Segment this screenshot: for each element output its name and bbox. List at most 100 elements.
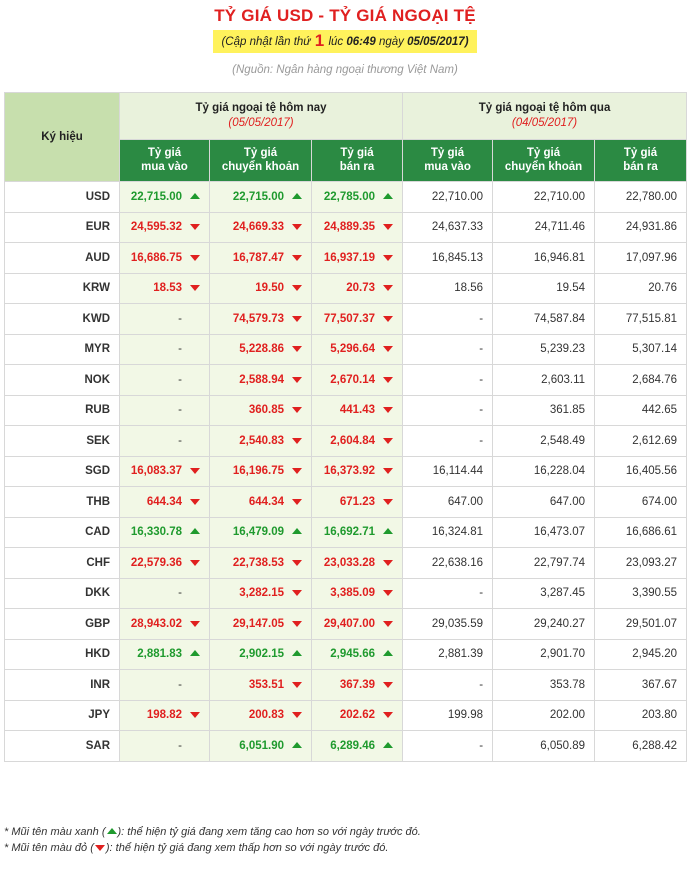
prev-sell-cell: 367.67: [594, 669, 688, 701]
arrow-down-icon: [383, 407, 394, 414]
currency-code: INR: [4, 669, 120, 701]
today-sell-cell: 23,033.28: [310, 547, 404, 579]
arrow-up-icon: [190, 528, 200, 535]
arrow-up-icon: [190, 650, 200, 657]
arrow-down-icon: [94, 845, 105, 852]
today-buy-value: 28,943.02: [130, 617, 182, 630]
today-sell-cell: 3,385.09: [310, 577, 404, 609]
arrow-up-icon: [383, 650, 394, 657]
sub-header-4: Tỷ giá chuyển khoản: [492, 138, 596, 183]
prev-sell-cell: 24,931.86: [594, 211, 688, 243]
arrow-down-icon: [292, 315, 302, 322]
today-transfer-value: 29,147.05: [232, 617, 284, 630]
today-buy-value: -: [178, 373, 182, 386]
arrow-up-icon: [190, 192, 200, 199]
table-row: DKK -3,282.15 3,385.09-3,287.45 3,390.55: [4, 577, 688, 609]
prev-sell-cell: 674.00: [594, 486, 688, 518]
arrow-down-icon: [383, 590, 394, 597]
today-transfer-value: 2,540.83: [239, 434, 284, 447]
today-sell-value: 29,407.00: [323, 617, 376, 630]
table-row: MYR -5,228.86 5,296.64-5,239.23 5,307.14: [4, 333, 688, 365]
prev-sell-cell: 6,288.42: [594, 730, 688, 762]
prev-transfer-cell: 2,603.11: [492, 364, 596, 396]
today-transfer-cell: 16,196.75: [209, 455, 312, 487]
today-buy-value: 22,715.00: [130, 190, 182, 203]
today-sell-value: 16,373.92: [323, 465, 376, 478]
today-transfer-cell: 74,579.73: [209, 303, 312, 335]
arrow-down-icon: [383, 224, 394, 231]
today-transfer-cell: 360.85: [209, 394, 312, 426]
today-buy-value: 22,579.36: [130, 556, 182, 569]
prev-transfer-cell: 361.85: [492, 394, 596, 426]
prev-transfer-cell: 24,711.46: [492, 211, 596, 243]
today-buy-value: 16,083.37: [130, 465, 182, 478]
today-buy-cell: 24,595.32: [119, 211, 210, 243]
currency-code: CAD: [4, 516, 120, 548]
prev-sell-cell: 77,515.81: [594, 303, 688, 335]
arrow-down-icon: [190, 468, 200, 475]
today-transfer-cell: 29,147.05: [209, 608, 312, 640]
prev-sell-cell: 16,686.61: [594, 516, 688, 548]
today-sell-cell: 441.43: [310, 394, 404, 426]
arrow-up-icon: [292, 528, 302, 535]
today-transfer-value: 360.85: [248, 404, 284, 417]
prev-transfer-cell: 16,946.81: [492, 242, 596, 274]
today-transfer-cell: 2,902.15: [209, 638, 312, 670]
prev-transfer-cell: 22,710.00: [492, 181, 596, 213]
table-row: NOK -2,588.94 2,670.14-2,603.11 2,684.76: [4, 364, 688, 396]
table-row: JPY 198.82 200.83 202.62 199.98 202.00 203.80: [4, 699, 688, 731]
today-transfer-cell: 200.83: [209, 699, 312, 731]
update-time: 06:49: [346, 36, 376, 48]
currency-code: NOK: [4, 364, 120, 396]
currency-code: KRW: [4, 272, 120, 304]
today-transfer-cell: 6,051.90: [209, 730, 312, 762]
today-transfer-value: 74,579.73: [232, 312, 284, 325]
symbol-header: Ký hiệu: [4, 92, 120, 182]
arrow-down-icon: [190, 224, 200, 231]
today-sell-cell: 24,889.35: [310, 211, 404, 243]
today-transfer-value: 16,196.75: [232, 465, 284, 478]
today-transfer-cell: 5,228.86: [209, 333, 312, 365]
arrow-up-icon: [383, 192, 394, 199]
today-buy-cell: 16,330.78: [119, 516, 210, 548]
prev-sell-cell: 2,612.69: [594, 425, 688, 457]
arrow-down-icon: [190, 285, 200, 292]
currency-code: USD: [4, 181, 120, 213]
prev-sell-cell: 17,097.96: [594, 242, 688, 274]
prev-buy-cell: -: [402, 577, 494, 609]
today-sell-cell: 2,945.66: [310, 638, 404, 670]
sub-header-0: Tỷ giá mua vào: [119, 138, 210, 183]
prev-buy-cell: 22,710.00: [402, 181, 494, 213]
currency-code: EUR: [4, 211, 120, 243]
arrow-up-icon: [292, 192, 302, 199]
today-transfer-cell: 644.34: [209, 486, 312, 518]
table-row: CHF 22,579.36 22,738.53 23,033.28 22,638.16 2…: [4, 547, 688, 579]
prev-buy-cell: 16,114.44: [402, 455, 494, 487]
today-sell-value: 16,692.71: [323, 526, 376, 539]
prev-date: (04/05/2017): [511, 116, 578, 129]
today-sell-value: 2,945.66: [330, 648, 376, 661]
arrow-down-icon: [190, 559, 200, 566]
today-buy-value: -: [178, 434, 182, 447]
today-buy-value: 198.82: [146, 709, 182, 722]
source-note: (Nguồn: Ngân hàng ngoại thương Việt Nam): [232, 64, 458, 76]
table-row: KRW 18.53 19.50 20.73 18.56 19.54 20.76: [4, 272, 688, 304]
currency-code: KWD: [4, 303, 120, 335]
today-transfer-cell: 22,715.00: [209, 181, 312, 213]
arrow-down-icon: [383, 437, 394, 444]
table-row: SEK -2,540.83 2,604.84-2,548.49 2,612.69: [4, 425, 688, 457]
prev-buy-cell: -: [402, 669, 494, 701]
today-sell-cell: 16,937.19: [310, 242, 404, 274]
arrow-down-icon: [292, 712, 302, 719]
today-sell-value: 2,670.14: [330, 373, 376, 386]
arrow-down-icon: [383, 468, 394, 475]
today-buy-cell: 18.53: [119, 272, 210, 304]
today-sell-value: 6,289.46: [330, 739, 376, 752]
arrow-down-icon: [292, 437, 302, 444]
arrow-down-icon: [292, 224, 302, 231]
today-buy-value: -: [178, 312, 182, 325]
prev-transfer-cell: 3,287.45: [492, 577, 596, 609]
today-buy-value: -: [178, 678, 182, 691]
exchange-rate-table: Ký hiệu Tỷ giá ngoại tệ hôm nay (05/05/2…: [4, 92, 688, 762]
prev-buy-cell: 16,845.13: [402, 242, 494, 274]
